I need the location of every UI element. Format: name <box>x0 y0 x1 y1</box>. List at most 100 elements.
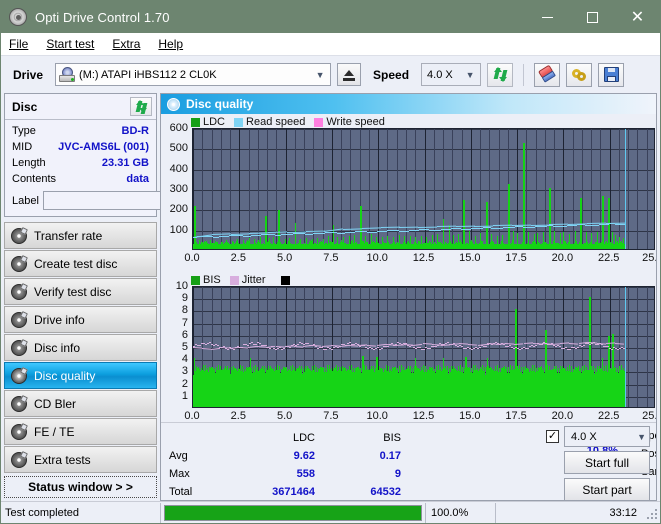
x-axis-tick: 20.0 <box>551 252 574 264</box>
jitter-checkbox[interactable]: ✓ <box>546 429 559 443</box>
jitter-line <box>303 344 305 346</box>
sidebar-item-drive-info[interactable]: Drive info <box>4 306 157 333</box>
gridline-horizontal <box>193 299 654 300</box>
sidebar-item-label: Disc quality <box>34 368 96 383</box>
menu-help[interactable]: Help <box>158 37 183 51</box>
gridline-vertical <box>221 129 222 249</box>
close-button[interactable]: ✕ <box>615 1 660 33</box>
legend-swatch-ldc <box>191 117 200 127</box>
gridline-vertical <box>230 129 231 249</box>
legend-swatch-write-speed <box>314 117 324 127</box>
jitter-line <box>339 345 341 347</box>
sidebar-item-extra-tests[interactable]: Extra tests <box>4 446 157 473</box>
bis-bar <box>437 370 438 407</box>
bis-plot-area <box>192 286 655 408</box>
stats-total-bis: 64532 <box>370 486 401 498</box>
disc-refresh-button[interactable] <box>130 97 152 116</box>
jitter-line <box>527 347 529 349</box>
gridline-vertical <box>425 129 426 249</box>
ldc-bar <box>517 233 518 249</box>
speed-select[interactable]: 4.0 X ▼ <box>421 63 482 86</box>
jitter-line <box>283 348 285 350</box>
read-speed-line <box>399 226 419 228</box>
jitter-line <box>395 343 397 345</box>
ldc-bar <box>458 233 459 249</box>
bis-bar <box>284 371 285 407</box>
gridline-vertical <box>637 129 638 249</box>
jitter-line <box>405 343 407 345</box>
drive-select[interactable]: (M:) ATAPI iHBS112 2 CL0K ▼ <box>55 63 332 86</box>
jitter-line <box>269 347 271 349</box>
sidebar-item-disc-info[interactable]: Disc info <box>4 334 157 361</box>
sidebar-item-disc-quality[interactable]: Disc quality <box>4 362 157 389</box>
erase-button[interactable] <box>534 62 561 87</box>
bis-bar <box>267 370 268 407</box>
save-button[interactable] <box>598 62 625 87</box>
bis-bar <box>234 371 235 407</box>
sidebar-item-create-test-disc[interactable]: Create test disc <box>4 250 157 277</box>
ldc-bar <box>349 235 350 249</box>
eject-button[interactable] <box>337 63 362 86</box>
bis-bar <box>499 371 500 407</box>
bis-bar <box>212 371 213 407</box>
test-speed-select[interactable]: 4.0 X ▼ <box>564 426 650 447</box>
legend-item-write-speed: Write speed <box>314 116 385 128</box>
menu-extra[interactable]: Extra <box>112 37 140 51</box>
jitter-line <box>499 344 501 346</box>
start-part-button[interactable]: Start part <box>564 478 650 500</box>
jitter-line <box>389 344 391 346</box>
sidebar-item-verify-test-disc[interactable]: Verify test disc <box>4 278 157 305</box>
jitter-line <box>259 343 261 345</box>
gridline-vertical <box>628 287 629 407</box>
ldc-bar <box>285 239 286 249</box>
jitter-line <box>337 346 339 348</box>
minimize-button[interactable] <box>525 1 570 33</box>
status-bar: Test completed 100.0% 33:12 <box>1 501 660 523</box>
status-window-button[interactable]: Status window > > <box>4 476 157 498</box>
app-disc-icon <box>9 8 27 26</box>
charts-container: LDC Read speed Write speed 100 200 300 400 5… <box>161 114 656 422</box>
jitter-line <box>607 345 609 347</box>
disc-mid-value: JVC-AMS6L (001) <box>58 141 149 153</box>
jitter-line <box>477 348 479 350</box>
jitter-line <box>559 346 561 348</box>
bis-bar <box>245 371 246 407</box>
menu-file[interactable]: File <box>9 37 28 51</box>
start-full-button[interactable]: Start full <box>564 451 650 474</box>
keys-button[interactable] <box>566 62 593 87</box>
gridline-vertical <box>517 129 518 249</box>
menu-start-test[interactable]: Start test <box>46 37 94 51</box>
ldc-bar <box>312 239 313 249</box>
nav-list: Transfer rate Create test disc Verify te… <box>4 222 157 474</box>
stats-row-avg: Avg 9.62 0.17 <box>169 447 401 465</box>
sidebar-item-cd-bler[interactable]: CD Bler <box>4 390 157 417</box>
ldc-bar <box>480 232 481 249</box>
ldc-bar <box>354 234 355 249</box>
y-axis-tick: 300 <box>169 183 188 195</box>
jitter-line <box>535 344 537 346</box>
sidebar-item-transfer-rate[interactable]: Transfer rate <box>4 222 157 249</box>
ldc-bar <box>537 232 538 249</box>
ldc-bar <box>528 231 529 249</box>
bis-bar <box>539 371 540 407</box>
legend-label-read-speed: Read speed <box>246 116 306 128</box>
sidebar-item-label: Transfer rate <box>34 228 103 243</box>
jitter-line <box>331 348 333 350</box>
gridline-vertical <box>536 129 537 249</box>
maximize-button[interactable] <box>570 1 615 33</box>
refresh-button[interactable] <box>487 62 514 87</box>
bis-bar <box>382 370 383 407</box>
chevron-down-icon: ▼ <box>315 69 325 80</box>
ldc-bar <box>249 238 250 249</box>
resize-grip-icon[interactable] <box>645 507 657 519</box>
x-axis-tick: 0.0 <box>184 410 200 422</box>
window-title: Opti Drive Control 1.70 <box>35 9 170 25</box>
bis-bar <box>476 371 477 407</box>
bis-bar <box>317 371 318 407</box>
sidebar-item-fe-te[interactable]: FE / TE <box>4 418 157 445</box>
read-speed-line <box>474 225 494 227</box>
jitter-line <box>387 346 389 348</box>
eraser-icon <box>536 64 558 86</box>
legend-swatch-read-speed <box>234 117 244 127</box>
jitter-line <box>247 344 249 346</box>
